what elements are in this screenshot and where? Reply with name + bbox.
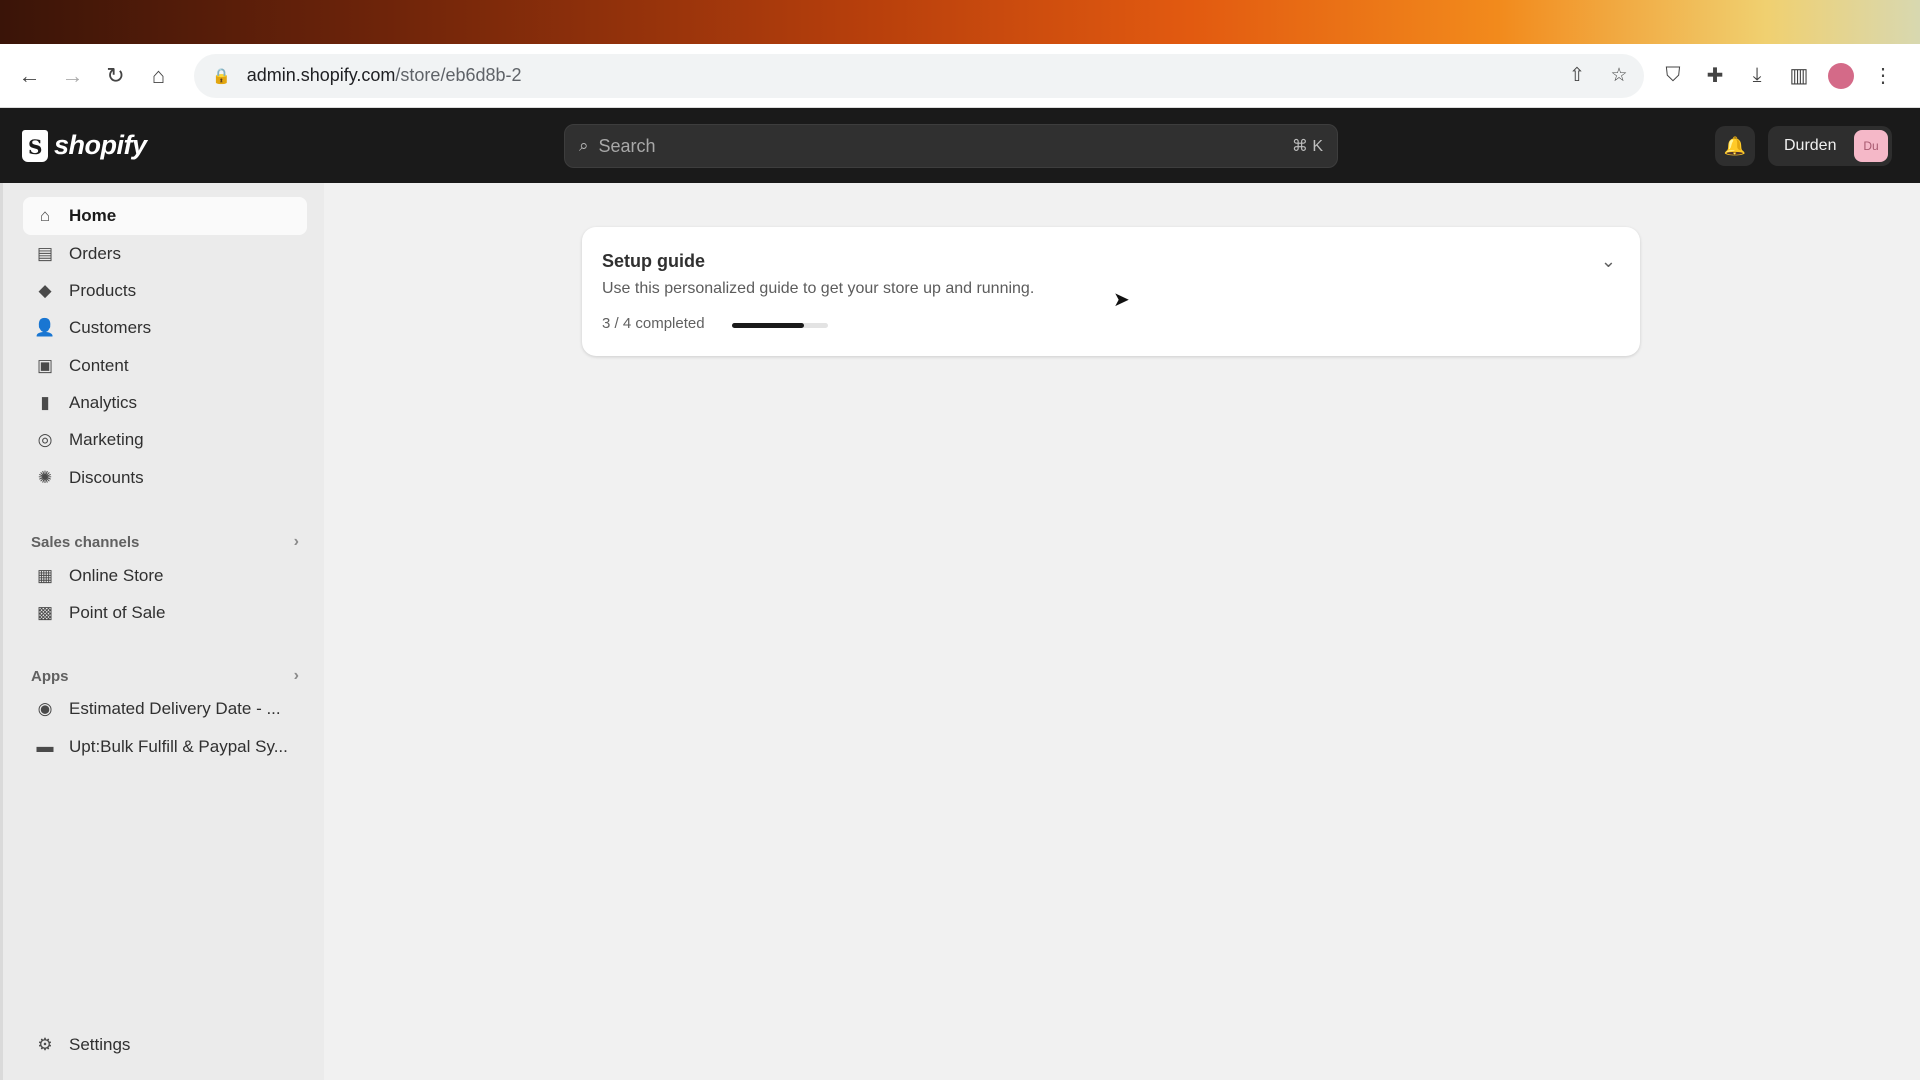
sidebar-item-customers[interactable]: 👤 Customers: [23, 309, 307, 347]
shopify-logo[interactable]: shopify: [22, 129, 147, 162]
sidebar-item-label: Content: [69, 356, 129, 375]
reload-icon[interactable]: ↻: [94, 56, 137, 96]
profile-avatar: [1828, 62, 1854, 89]
sidebar-item-label: Customers: [69, 318, 152, 337]
sidebar-item-point-of-sale[interactable]: ▩ Point of Sale: [23, 594, 307, 632]
tag-icon: ◆: [38, 281, 52, 300]
sidebar-item-label: Analytics: [69, 393, 138, 412]
chevron-right-icon: ›: [293, 667, 299, 684]
sidebar-item-label: Marketing: [69, 430, 144, 449]
sidebar-item-products[interactable]: ◆ Products: [23, 272, 307, 310]
setup-guide-progress-text: 3 / 4 completed: [602, 315, 705, 332]
url-path: /store/eb6d8b-2: [395, 65, 522, 85]
shopify-bag-icon: [22, 129, 48, 162]
sidebar-item-marketing[interactable]: ◎ Marketing: [23, 421, 307, 459]
sidebar: ⌂ Home ▤ Orders ◆ Products 👤 Customers ▣…: [0, 183, 324, 1080]
chevron-right-icon: ›: [293, 533, 299, 550]
section-label: Sales channels: [31, 533, 140, 551]
sidebar-item-label: Orders: [69, 244, 121, 263]
store-icon: ▦: [36, 566, 54, 585]
sidebar-item-settings[interactable]: ⚙ Settings: [23, 1026, 307, 1064]
content-icon: ▣: [36, 356, 54, 375]
sidebar-item-label: Discounts: [69, 468, 144, 487]
download-icon[interactable]: ⤓: [1736, 56, 1778, 96]
pos-icon: ▩: [36, 603, 54, 622]
discount-icon: ✺: [37, 468, 53, 487]
sidebar-item-analytics[interactable]: ▮ Analytics: [23, 384, 307, 422]
user-menu-button[interactable]: Durden Du: [1768, 126, 1892, 166]
setup-guide-card: Setup guide Use this personalized guide …: [582, 227, 1640, 356]
person-icon: 👤: [34, 318, 56, 337]
app-icon: ◉: [37, 699, 53, 718]
target-icon: ◎: [37, 430, 53, 449]
apps-header[interactable]: Apps ›: [31, 667, 299, 685]
search-icon: ⌕: [579, 136, 589, 155]
star-icon[interactable]: ☆: [1598, 56, 1640, 96]
sidebar-item-label: Estimated Delivery Date - ...: [69, 699, 281, 718]
omnibox-actions: ⇧ ☆: [1556, 56, 1644, 96]
sidebar-item-app-estimated-delivery[interactable]: ◉ Estimated Delivery Date - ...: [23, 690, 307, 728]
profile-button[interactable]: [1820, 56, 1862, 96]
browser-nav-buttons: ← → ↻ ⌂: [8, 56, 180, 96]
sidepanel-icon[interactable]: ▥: [1778, 56, 1820, 96]
sidebar-item-label: Home: [69, 206, 117, 225]
bar-chart-icon: ▮: [40, 393, 50, 412]
setup-guide-description: Use this personalized guide to get your …: [602, 280, 1035, 297]
notifications-bell-icon[interactable]: 🔔: [1715, 126, 1755, 166]
sidebar-item-app-bulk-fulfill[interactable]: ▬ Upt:Bulk Fulfill & Paypal Sy...: [23, 728, 307, 766]
gear-icon: ⚙: [37, 1035, 53, 1054]
forward-arrow-icon[interactable]: →: [51, 56, 94, 96]
sidebar-item-orders[interactable]: ▤ Orders: [23, 235, 307, 273]
home-icon: ⌂: [39, 206, 51, 225]
chevron-down-icon[interactable]: ⌄: [1601, 251, 1616, 272]
kebab-menu-icon[interactable]: ⋮: [1862, 56, 1904, 96]
setup-guide-title: Setup guide: [602, 251, 705, 271]
search-bar[interactable]: ⌕ ⌘ K: [564, 124, 1338, 168]
section-label: Apps: [31, 667, 69, 685]
shopify-header: shopify ⌕ ⌘ K 🔔 Durden Du: [0, 108, 1920, 183]
puzzle-extensions-icon[interactable]: ✚: [1694, 56, 1736, 96]
back-arrow-icon[interactable]: ←: [8, 56, 51, 96]
shield-extension-icon[interactable]: ⛉: [1652, 56, 1694, 96]
os-top-bar: [0, 0, 1920, 44]
progress-fill: [732, 323, 804, 328]
sidebar-item-home[interactable]: ⌂ Home: [23, 197, 307, 235]
mouse-cursor-icon: ➤: [1113, 289, 1130, 311]
sidebar-item-label: Point of Sale: [69, 603, 166, 622]
sidebar-item-content[interactable]: ▣ Content: [23, 347, 307, 385]
user-avatar: Du: [1854, 130, 1888, 162]
sidebar-item-label: Settings: [69, 1035, 131, 1054]
setup-guide-progress-bar: [732, 323, 828, 328]
user-name: Durden: [1784, 137, 1837, 154]
search-shortcut: ⌘ K: [1291, 138, 1323, 155]
sidebar-item-label: Online Store: [69, 566, 164, 585]
lock-icon[interactable]: 🔒: [212, 67, 231, 85]
home-icon[interactable]: ⌂: [137, 56, 180, 96]
sidebar-item-online-store[interactable]: ▦ Online Store: [23, 557, 307, 595]
sidebar-item-label: Upt:Bulk Fulfill & Paypal Sy...: [69, 737, 288, 756]
sidebar-item-label: Products: [69, 281, 137, 300]
app-icon: ▬: [36, 737, 54, 756]
logo-text: shopify: [54, 130, 147, 160]
search-input[interactable]: [598, 135, 1292, 157]
inbox-icon: ▤: [36, 244, 54, 263]
share-icon[interactable]: ⇧: [1556, 56, 1598, 96]
sidebar-item-discounts[interactable]: ✺ Discounts: [23, 459, 307, 497]
browser-toolbar: ← → ↻ ⌂ 🔒 admin.shopify.com/store/eb6d8b…: [0, 44, 1920, 108]
browser-extensions: ⛉ ✚ ⤓ ▥ ⋮: [1652, 56, 1904, 96]
sales-channels-header[interactable]: Sales channels ›: [31, 533, 299, 551]
address-bar[interactable]: 🔒 admin.shopify.com/store/eb6d8b-2 ⇧ ☆: [194, 53, 1644, 98]
url-host: admin.shopify.com: [246, 65, 396, 85]
